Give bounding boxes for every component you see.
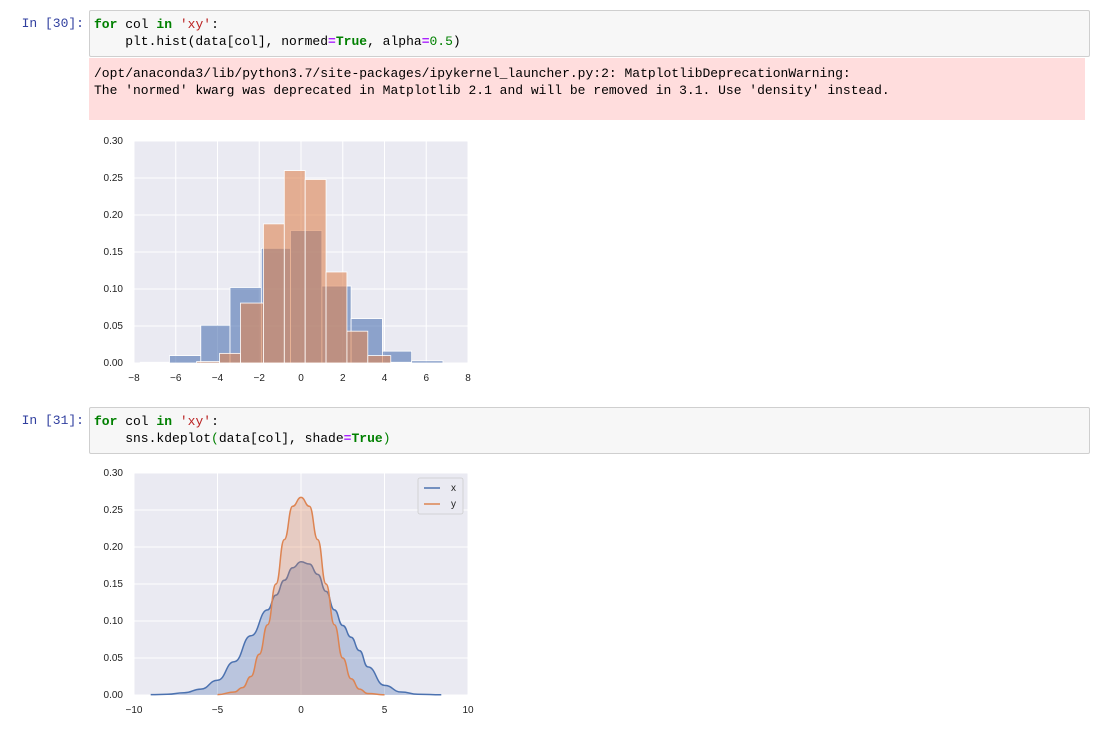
keyword: for [94, 414, 118, 429]
histogram-bar [169, 355, 202, 364]
paren: ) [382, 431, 391, 446]
x-tick-label: 5 [382, 705, 388, 716]
operator: = [328, 34, 336, 49]
y-tick-label: 0.30 [104, 468, 124, 479]
keyword: in [156, 17, 173, 32]
x-tick-label: −8 [128, 373, 140, 384]
x-tick-label: 4 [382, 373, 388, 384]
y-tick-label: 0.15 [104, 579, 124, 590]
histogram-bar [196, 361, 220, 364]
code-text: : [211, 414, 219, 429]
y-tick-label: 0.05 [104, 321, 124, 332]
histogram-bar [411, 360, 444, 364]
code-text: , alpha [367, 34, 422, 49]
x-tick-label: 0 [298, 373, 304, 384]
histogram-bar [283, 170, 306, 364]
code-text: ) [452, 34, 461, 49]
code-cell-input[interactable]: for col in 'xy': sns.kdeplot(data[col], … [89, 407, 1090, 454]
histogram-bar [367, 355, 392, 364]
histogram-bar [263, 223, 285, 364]
cell-prompt: In [31]: [21, 413, 84, 428]
histogram-bar [325, 271, 348, 364]
y-tick-label: 0.00 [104, 690, 124, 701]
code-text: data[col], shade [218, 431, 344, 446]
stderr-line: /opt/anaconda3/lib/python3.7/site-packag… [94, 66, 851, 81]
legend-box [417, 477, 464, 515]
code-line: for col in 'xy': [94, 16, 1085, 33]
y-tick-label: 0.15 [104, 247, 124, 258]
keyword: True [351, 431, 383, 446]
x-tick-label: −6 [170, 373, 182, 384]
x-tick-label: 10 [462, 705, 474, 716]
y-tick-label: 0.20 [104, 210, 124, 221]
x-tick-label: 6 [423, 373, 429, 384]
operator: = [421, 34, 430, 49]
code-line: for col in 'xy': [94, 413, 1085, 430]
code-text: : [211, 17, 219, 32]
y-tick-label: 0.30 [104, 136, 124, 147]
code-cell-input[interactable]: for col in 'xy': plt.hist(data[col], nor… [89, 10, 1090, 57]
code-text: plt.hist(data[col], normed [94, 34, 329, 49]
x-tick-label: −2 [254, 373, 266, 384]
code-line: plt.hist(data[col], normed=True, alpha=0… [94, 33, 1085, 50]
x-tick-label: −4 [212, 373, 224, 384]
histogram-bar [240, 302, 264, 364]
keyword: True [335, 34, 368, 49]
legend-label: x [451, 483, 456, 494]
stderr-output: /opt/anaconda3/lib/python3.7/site-packag… [89, 58, 1085, 120]
cell-prompt: In [30]: [21, 16, 84, 31]
histogram-bar [139, 361, 170, 364]
y-tick-label: 0.25 [104, 173, 124, 184]
x-tick-label: 2 [340, 373, 346, 384]
stderr-line: The 'normed' kwarg was deprecated in Mat… [94, 83, 890, 98]
y-tick-label: 0.00 [104, 358, 124, 369]
y-tick-label: 0.10 [104, 616, 124, 627]
kde-chart: −10 −5 0 5 10 0.00 0.05 0.10 0.15 0.20 0.25 0.30 xy [104, 468, 474, 716]
code-text: col [117, 17, 157, 32]
y-tick-label: 0.20 [104, 542, 124, 553]
histogram-bar [346, 330, 369, 364]
string-literal: 'xy' [179, 17, 212, 32]
histogram-chart: −8 −6 −4 −2 0 2 4 6 8 0.00 0.05 0.10 0.15 0.20 0.25 0.3… [104, 136, 472, 384]
y-tick-label: 0.10 [104, 284, 124, 295]
code-text: sns.kdeplot [94, 431, 212, 446]
code-line: sns.kdeplot(data[col], shade=True) [94, 430, 1085, 447]
code-text: col [117, 414, 157, 429]
number-literal: 0.5 [429, 34, 453, 49]
histogram-bar [304, 179, 327, 364]
paren: ( [211, 431, 219, 446]
keyword: in [156, 414, 173, 429]
x-tick-label: 0 [298, 705, 304, 716]
x-tick-label: −5 [212, 705, 224, 716]
string-literal: 'xy' [179, 414, 212, 429]
y-tick-label: 0.25 [104, 505, 124, 516]
x-tick-label: 8 [465, 373, 471, 384]
x-tick-label: −10 [126, 705, 143, 716]
histogram-bar [219, 352, 241, 364]
legend-label: y [451, 499, 456, 510]
histogram-bar [390, 361, 413, 364]
y-tick-label: 0.05 [104, 653, 124, 664]
keyword: for [94, 17, 118, 32]
